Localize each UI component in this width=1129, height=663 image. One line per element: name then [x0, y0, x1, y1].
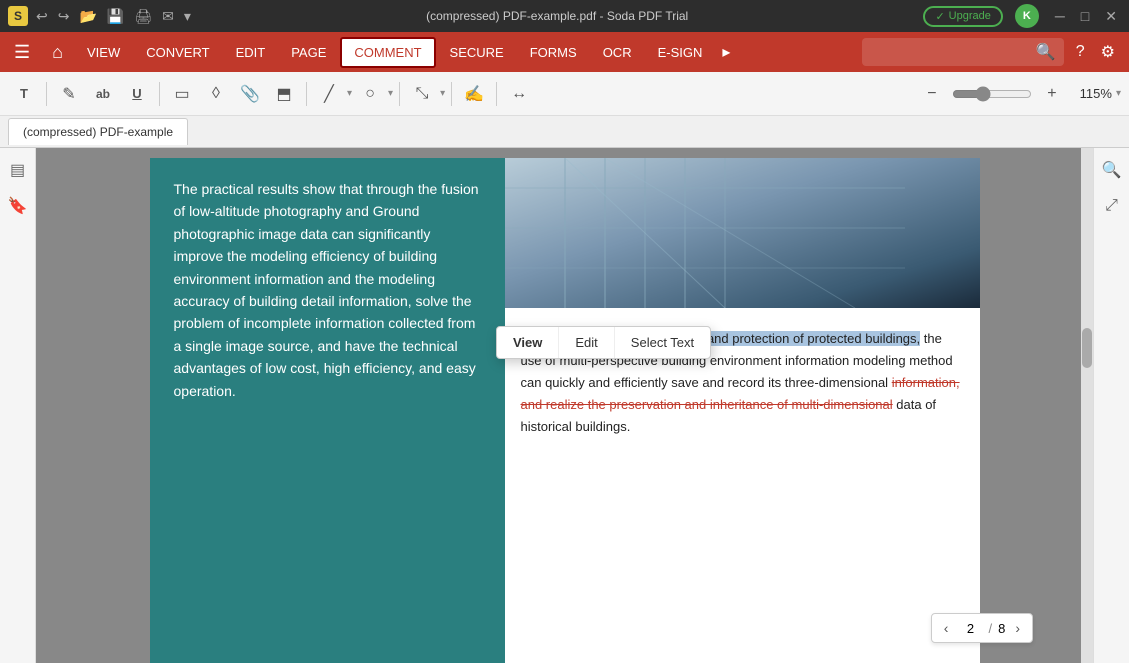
scrollbar-track[interactable] [1081, 148, 1093, 663]
sidebar-bookmarks-icon[interactable]: 🔖 [4, 192, 32, 220]
text-tool-button[interactable]: T [8, 78, 40, 110]
zoom-slider[interactable] [952, 86, 1032, 102]
zoom-control: − + 115% ▾ [916, 78, 1121, 110]
zoom-in-button[interactable]: + [1036, 78, 1068, 110]
help-icon[interactable]: ? [1072, 39, 1089, 65]
pdf-image-svg [505, 158, 980, 308]
next-page-button[interactable]: › [1011, 618, 1024, 638]
window-controls: ─ □ ✕ [1051, 8, 1121, 25]
upgrade-check-icon: ✓ [935, 10, 944, 23]
sticky-note-button[interactable]: ▭ [166, 78, 198, 110]
menu-item-esign[interactable]: E-SIGN [646, 39, 715, 66]
menu-item-view[interactable]: VIEW [75, 39, 132, 66]
title-bar-left: S ↩ ↪ 📂 💾 🖨 ✉ ▾ [8, 6, 191, 26]
menu-item-ocr[interactable]: OCR [591, 39, 644, 66]
title-bar-title: (compressed) PDF-example.pdf - Soda PDF … [191, 9, 924, 23]
settings-icon[interactable]: ⚙ [1097, 38, 1119, 66]
title-bar: S ↩ ↪ 📂 💾 🖨 ✉ ▾ (compressed) PDF-example… [0, 0, 1129, 32]
menu-bar: ☰ ⌂ VIEW CONVERT EDIT PAGE COMMENT SECUR… [0, 32, 1129, 72]
sidebar-pages-icon[interactable]: ▤ [4, 156, 32, 184]
context-menu-view[interactable]: View [497, 327, 559, 358]
page-navigation: ‹ 2 / 8 › [931, 613, 1033, 643]
context-menu: View Edit Select Text [496, 326, 711, 359]
line-tool-arrow[interactable]: ▾ [347, 88, 352, 99]
ellipse-tool-arrow[interactable]: ▾ [388, 88, 393, 99]
menu-item-page[interactable]: PAGE [279, 39, 338, 66]
context-menu-edit[interactable]: Edit [559, 327, 614, 358]
tool-separator-1 [46, 82, 47, 106]
menu-item-secure[interactable]: SECURE [438, 39, 516, 66]
print-icon[interactable]: 🖨 [134, 8, 152, 25]
pdf-page: The practical results show that through … [150, 158, 980, 663]
underline-tool-button[interactable]: U [121, 78, 153, 110]
context-menu-select[interactable]: Select Text [615, 327, 710, 358]
menu-item-convert[interactable]: CONVERT [134, 39, 221, 66]
page-separator: / [988, 621, 992, 636]
page-number-input[interactable]: 2 [958, 621, 982, 636]
pdf-image [505, 158, 980, 308]
zoom-value: 115% [1072, 86, 1112, 101]
page-total: 8 [998, 621, 1005, 636]
save-icon[interactable]: 💾 [107, 8, 124, 25]
more-menu-button[interactable]: ▸ [716, 38, 736, 66]
main-area: ▤ 🔖 View Edit Select Text The practical … [0, 148, 1129, 663]
minimize-button[interactable]: ─ [1051, 8, 1069, 24]
scrollbar-thumb[interactable] [1082, 328, 1092, 368]
menu-item-comment[interactable]: COMMENT [340, 37, 435, 68]
tool-separator-2 [159, 82, 160, 106]
menu-right-icons: ? ⚙ [1066, 38, 1125, 66]
tab-pdf-example[interactable]: (compressed) PDF-example [8, 118, 188, 145]
right-panel-expand-icon[interactable]: ⤢ [1098, 192, 1126, 220]
zoom-dropdown-arrow[interactable]: ▾ [1116, 88, 1121, 99]
ab-tool-button[interactable]: ab [87, 78, 119, 110]
tab-bar: (compressed) PDF-example [0, 116, 1129, 148]
tool-separator-6 [496, 82, 497, 106]
stamp-button[interactable]: ⬒ [268, 78, 300, 110]
home-icon[interactable]: ⌂ [42, 36, 73, 69]
pencil-tool-button[interactable]: ✎ [53, 78, 85, 110]
highlight-button[interactable]: ◊ [200, 78, 232, 110]
maximize-button[interactable]: □ [1077, 8, 1093, 24]
pdf-left-column: The practical results show that through … [150, 158, 505, 663]
crop-tool-button[interactable]: ⤡ [406, 78, 438, 110]
hamburger-icon[interactable]: ☰ [4, 36, 40, 69]
line-tool-button[interactable]: ╱ [313, 78, 345, 110]
redo-icon[interactable]: ↪ [58, 8, 70, 25]
search-input[interactable] [870, 45, 1030, 59]
search-icon[interactable]: 🔍 [1036, 42, 1056, 62]
open-icon[interactable]: 📂 [79, 8, 96, 25]
crop-tool-arrow[interactable]: ▾ [440, 88, 445, 99]
left-sidebar: ▤ 🔖 [0, 148, 36, 663]
more-icon[interactable]: ▾ [184, 8, 191, 25]
app-icon: S [8, 6, 28, 26]
ellipse-tool-button[interactable]: ○ [354, 78, 386, 110]
close-button[interactable]: ✕ [1101, 8, 1121, 25]
pdf-right-column: In the process of data collection and pr… [505, 158, 980, 663]
prev-page-button[interactable]: ‹ [940, 618, 953, 638]
menu-item-edit[interactable]: EDIT [224, 39, 278, 66]
pdf-area: View Edit Select Text The practical resu… [36, 148, 1093, 663]
titlebar-icons: ↩ ↪ 📂 💾 🖨 ✉ ▾ [36, 8, 191, 25]
pdf-left-text: The practical results show that through … [174, 178, 481, 402]
undo-icon[interactable]: ↩ [36, 8, 48, 25]
email-icon[interactable]: ✉ [162, 8, 174, 25]
attachment-button[interactable]: 📎 [234, 78, 266, 110]
toolbar: T ✎ ab U ▭ ◊ 📎 ⬒ ╱ ▾ ○ ▾ ⤡ ▾ ✍ ↔ − + 115… [0, 72, 1129, 116]
title-bar-right: ✓ Upgrade K ─ □ ✕ [923, 4, 1121, 28]
zoom-out-button[interactable]: − [916, 78, 948, 110]
tool-separator-4 [399, 82, 400, 106]
search-box: 🔍 [862, 38, 1064, 66]
sign-tool-button[interactable]: ✍ [458, 78, 490, 110]
avatar[interactable]: K [1015, 4, 1039, 28]
move-tool-button[interactable]: ↔ [503, 78, 535, 110]
upgrade-button[interactable]: ✓ Upgrade [923, 6, 1002, 27]
right-panel-search-icon[interactable]: 🔍 [1098, 156, 1126, 184]
right-panel: 🔍 ⤢ [1093, 148, 1129, 663]
menu-item-forms[interactable]: FORMS [518, 39, 589, 66]
tool-separator-3 [306, 82, 307, 106]
tool-separator-5 [451, 82, 452, 106]
